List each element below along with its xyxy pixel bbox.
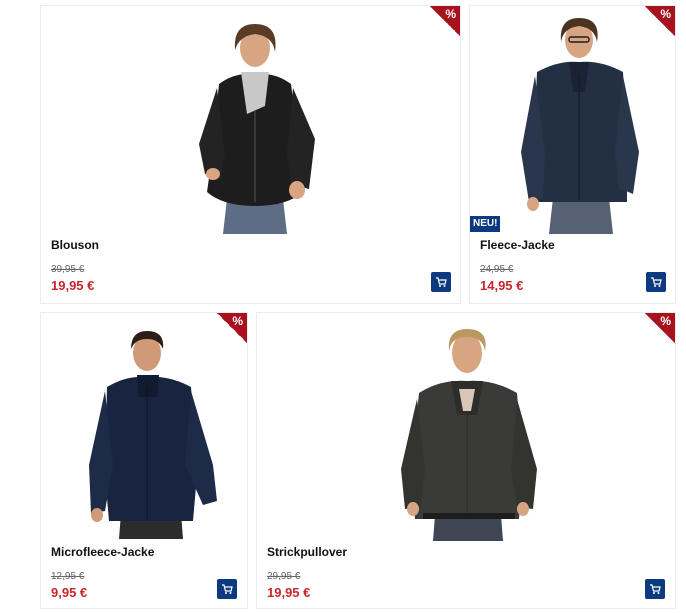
sale-badge: % — [217, 313, 247, 343]
sale-badge: % — [645, 313, 675, 343]
product-card-strickpullover[interactable]: % Strickpullover 29,95 € 19,95 € — [256, 312, 676, 609]
product-card-microfleece-jacke[interactable]: % Microfleece-Jacke 12,95 € 9,95 € — [40, 312, 248, 609]
sale-badge: % — [430, 6, 460, 36]
sale-price: 14,95 € — [480, 278, 524, 293]
product-name[interactable]: Microfleece-Jacke — [51, 545, 154, 559]
old-price: 24,95 € — [480, 264, 514, 275]
sale-badge: % — [645, 6, 675, 36]
shopping-cart-icon — [651, 277, 662, 287]
product-image-blouson[interactable] — [191, 14, 321, 234]
product-image-fleece-jacke[interactable] — [515, 12, 645, 234]
shopping-cart-icon — [222, 584, 233, 594]
product-card-fleece-jacke[interactable]: % NEU! Fleece-Jacke 24,95 € 14,95 € — [469, 5, 676, 304]
product-card-blouson[interactable]: % Blouson 39,95 € 19,95 € — [40, 5, 461, 304]
add-to-cart-button[interactable] — [431, 272, 451, 292]
sale-price: 19,95 € — [267, 585, 311, 600]
product-name[interactable]: Strickpullover — [267, 545, 347, 559]
old-price: 39,95 € — [51, 264, 85, 275]
old-price: 12,95 € — [51, 571, 85, 582]
add-to-cart-button[interactable] — [645, 579, 665, 599]
sale-price: 9,95 € — [51, 585, 88, 600]
old-price: 29,95 € — [267, 571, 301, 582]
shopping-cart-icon — [436, 277, 447, 287]
product-name[interactable]: Fleece-Jacke — [480, 238, 555, 252]
sale-price: 19,95 € — [51, 278, 95, 293]
add-to-cart-button[interactable] — [646, 272, 666, 292]
new-badge: NEU! — [470, 216, 501, 232]
product-image-microfleece-jacke[interactable] — [81, 325, 221, 539]
shopping-cart-icon — [650, 584, 661, 594]
product-image-strickpullover[interactable] — [393, 319, 543, 541]
product-name[interactable]: Blouson — [51, 238, 99, 252]
add-to-cart-button[interactable] — [217, 579, 237, 599]
